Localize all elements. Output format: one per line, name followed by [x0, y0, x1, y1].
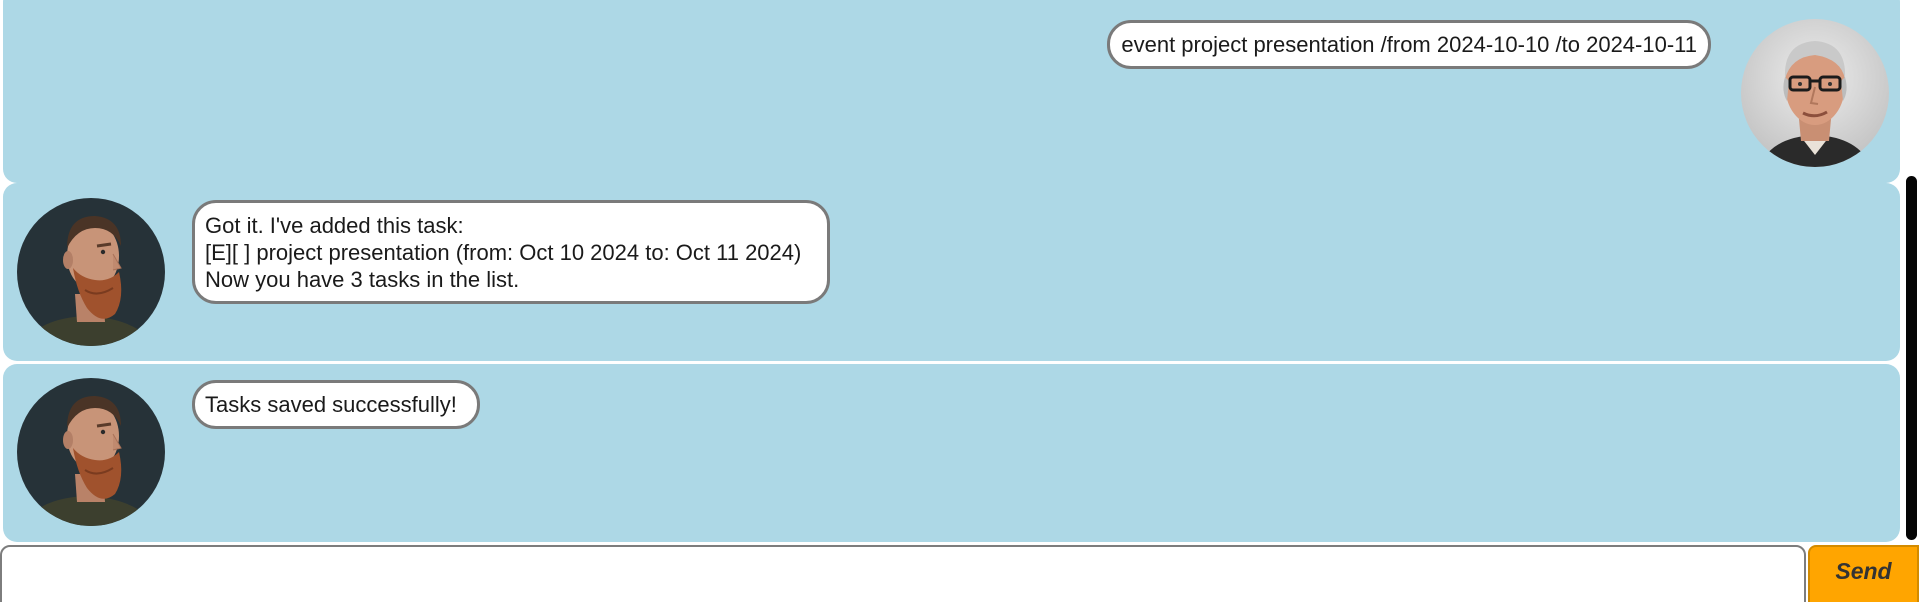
bot-message-bubble: Tasks saved successfully!: [192, 380, 480, 429]
user-dialog-box: event project presentation /from 2024-10…: [3, 0, 1900, 183]
bot-dialog-box: Tasks saved successfully!: [3, 364, 1900, 542]
message-line: [E][ ] project presentation (from: Oct 1…: [205, 240, 802, 265]
scrollbar-thumb[interactable]: [1906, 176, 1917, 540]
send-button[interactable]: Send: [1808, 545, 1919, 602]
bot-dialog-box: Got it. I've added this task: [E][ ] pro…: [3, 183, 1900, 361]
bot-message-bubble: Got it. I've added this task: [E][ ] pro…: [192, 200, 830, 304]
message-line: event project presentation /from 2024-10…: [1121, 32, 1697, 57]
message-input[interactable]: [0, 545, 1806, 602]
chat-app: event project presentation /from 2024-10…: [0, 0, 1919, 602]
message-line: Now you have 3 tasks in the list.: [205, 267, 520, 292]
input-bar: Send: [0, 543, 1919, 602]
vertical-scrollbar[interactable]: [1906, 0, 1919, 543]
message-line: Tasks saved successfully!: [205, 392, 457, 417]
user-portrait-icon: [1741, 19, 1889, 167]
bot-portrait-icon: [17, 378, 165, 526]
bot-portrait-icon: [17, 198, 165, 346]
message-line: Got it. I've added this task:: [205, 213, 464, 238]
dialog-container[interactable]: event project presentation /from 2024-10…: [0, 0, 1919, 543]
user-message-bubble: event project presentation /from 2024-10…: [1107, 20, 1711, 69]
